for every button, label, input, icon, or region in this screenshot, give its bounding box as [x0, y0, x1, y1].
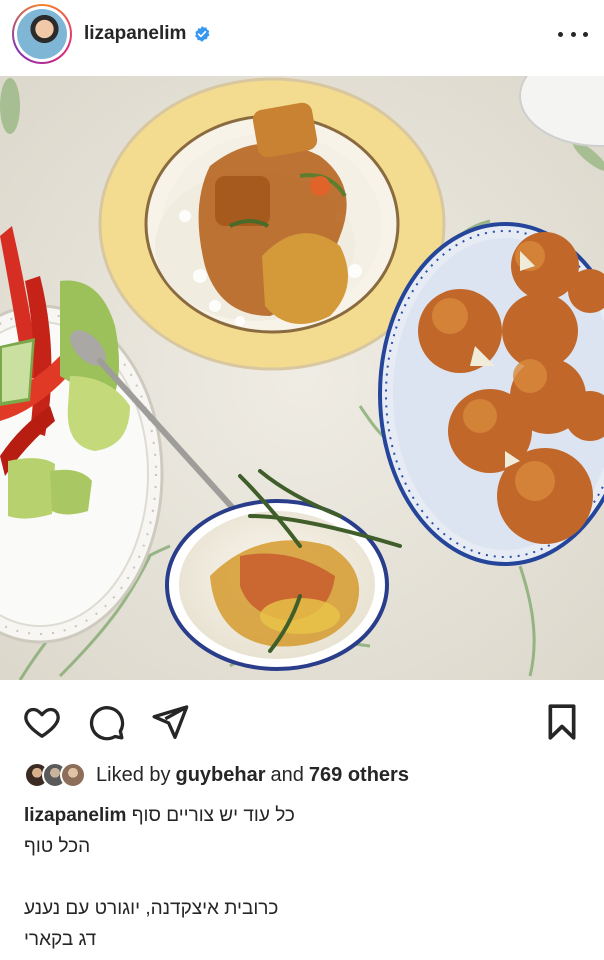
liker-avatars[interactable]	[24, 762, 86, 788]
caption-line-3-wrap: כרובית איצקדנה, יוגורט עם נענע	[24, 893, 584, 924]
cauliflower-bowl	[378, 222, 604, 566]
likes-count[interactable]: 769 others	[309, 764, 409, 787]
comment-icon[interactable]	[86, 702, 126, 742]
verified-badge-icon	[195, 26, 210, 42]
caption-line-4-wrap: דג בקארי	[24, 924, 584, 955]
likes-row: Liked by guybehar and 769 others	[24, 760, 409, 790]
avatar-frame	[14, 6, 70, 62]
caption-line-3: כרובית איצקדנה, יוגורט עם נענע	[24, 898, 279, 919]
caption-line-2-wrap: הכל טוף	[24, 831, 584, 862]
food-table-illustration	[0, 76, 604, 680]
liker-username[interactable]: guybehar	[176, 764, 266, 787]
more-options-button[interactable]	[558, 24, 588, 44]
likes-prefix: Liked by	[96, 763, 171, 786]
caption-username[interactable]: lizapanelim	[24, 805, 126, 826]
likes-joiner: and	[270, 763, 304, 786]
dot-icon	[570, 31, 576, 37]
caption-line-1: כל עוד יש צוריים סוף	[131, 805, 295, 826]
avatar-image	[17, 9, 67, 59]
paper-plane-icon[interactable]	[150, 702, 190, 742]
caption-line-2: הכל טוף	[24, 836, 91, 857]
post-photo[interactable]	[0, 76, 604, 680]
bookmark-icon[interactable]	[542, 702, 582, 742]
post-header: lizapanelim	[0, 0, 604, 68]
caption-line-4: דג בקארי	[24, 929, 97, 950]
caption: lizapanelim כל עוד יש צוריים סוף הכל טוף…	[24, 800, 584, 955]
heart-icon[interactable]	[22, 702, 62, 742]
liker-avatar	[60, 762, 86, 788]
dot-icon	[558, 31, 563, 37]
dot-icon	[583, 31, 588, 37]
action-bar	[0, 690, 604, 750]
caption-first-line: lizapanelim כל עוד יש צוריים סוף	[24, 800, 584, 831]
avatar[interactable]	[12, 4, 72, 64]
username[interactable]: lizapanelim	[84, 23, 186, 45]
